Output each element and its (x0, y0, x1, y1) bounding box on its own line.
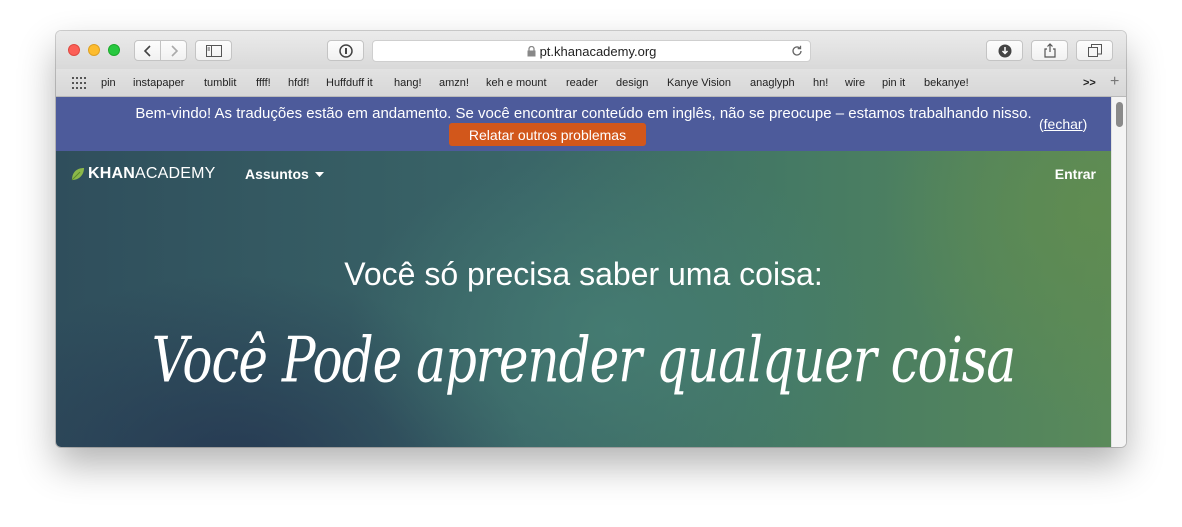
hero-script-headline: Você Pode aprender qualquer coisa (151, 324, 1016, 397)
khan-academy-logo[interactable]: KHAN ACADEMY (71, 165, 216, 183)
bookmark-item[interactable]: Huffduff it (326, 77, 373, 89)
subjects-label: Assuntos (245, 166, 309, 182)
lock-icon (527, 45, 536, 57)
share-button[interactable] (1031, 40, 1068, 61)
close-window-button[interactable] (68, 44, 80, 56)
bookmark-item[interactable]: anaglyph (750, 77, 795, 89)
bookmarks-overflow-button[interactable]: >> (1083, 77, 1096, 89)
logo-light-text: ACADEMY (135, 165, 216, 182)
close-paren-close: ) (1082, 116, 1088, 132)
bookmark-item[interactable]: hfdf! (288, 77, 309, 89)
report-problems-button[interactable]: Relatar outros problemas (449, 123, 646, 146)
scrollbar-thumb[interactable] (1116, 102, 1123, 127)
tabs-icon (1087, 44, 1102, 57)
subjects-menu[interactable]: Assuntos (245, 166, 324, 182)
download-icon (998, 44, 1011, 57)
bookmark-item[interactable]: amzn! (439, 77, 469, 89)
bookmarks-bar: pin instapaper tumblit ffff! hfdf! Huffd… (56, 69, 1126, 97)
bookmark-item[interactable]: tumblit (204, 77, 236, 89)
banner-message: Bem-vindo! As traduções estão em andamen… (135, 105, 1032, 122)
bookmark-item[interactable]: wire (845, 77, 865, 89)
chevron-left-icon (143, 44, 151, 57)
hero-section: KHAN ACADEMY Assuntos Entrar Você só prec… (56, 151, 1111, 447)
bookmark-item[interactable]: instapaper (133, 77, 184, 89)
browser-window: pt.khanacademy.org pin instapaper tumbli… (56, 31, 1126, 447)
logo-bold-text: KHAN (88, 165, 136, 182)
grid-icon[interactable] (72, 77, 86, 89)
sidebar-icon (205, 44, 222, 57)
reload-icon[interactable] (791, 45, 803, 57)
back-button[interactable] (134, 40, 161, 61)
caret-down-icon (314, 171, 324, 177)
chevron-right-icon (170, 44, 178, 57)
zoom-window-button[interactable] (108, 44, 120, 56)
page-scrollbar[interactable] (1111, 97, 1126, 447)
bookmark-item[interactable]: ffff! (256, 77, 271, 89)
tabs-overview-button[interactable] (1076, 40, 1113, 61)
bookmark-item[interactable]: hn! (813, 77, 828, 89)
bookmark-item[interactable]: pin it (882, 77, 905, 89)
browser-toolbar: pt.khanacademy.org (56, 31, 1126, 69)
share-icon (1043, 43, 1056, 58)
new-tab-button[interactable]: + (1110, 73, 1119, 91)
translation-banner: Bem-vindo! As traduções estão em andamen… (56, 97, 1111, 151)
downloads-button[interactable] (986, 40, 1023, 61)
address-url: pt.khanacademy.org (373, 44, 810, 59)
bookmark-item[interactable]: Kanye Vision (667, 77, 731, 89)
sidebar-toggle-button[interactable] (195, 40, 232, 61)
bookmark-item[interactable]: pin (101, 77, 116, 89)
login-link[interactable]: Entrar (1055, 166, 1096, 182)
password-button[interactable] (327, 40, 364, 61)
url-text: pt.khanacademy.org (539, 44, 657, 59)
minimize-window-button[interactable] (88, 44, 100, 56)
bookmark-item[interactable]: design (616, 77, 648, 89)
address-bar[interactable]: pt.khanacademy.org (372, 40, 811, 62)
bookmark-item[interactable]: bekanye! (924, 77, 969, 89)
key-circle-icon (338, 43, 353, 58)
bookmark-item[interactable]: keh e mount (486, 77, 547, 89)
leaf-icon (71, 168, 84, 181)
close-label: fechar (1043, 116, 1083, 132)
forward-button[interactable] (160, 40, 187, 61)
bookmark-item[interactable]: hang! (394, 77, 422, 89)
banner-close-link[interactable]: (fechar) (1039, 116, 1087, 132)
hero-tagline: Você só precisa saber uma coisa: (344, 256, 823, 292)
bookmark-item[interactable]: reader (566, 77, 598, 89)
